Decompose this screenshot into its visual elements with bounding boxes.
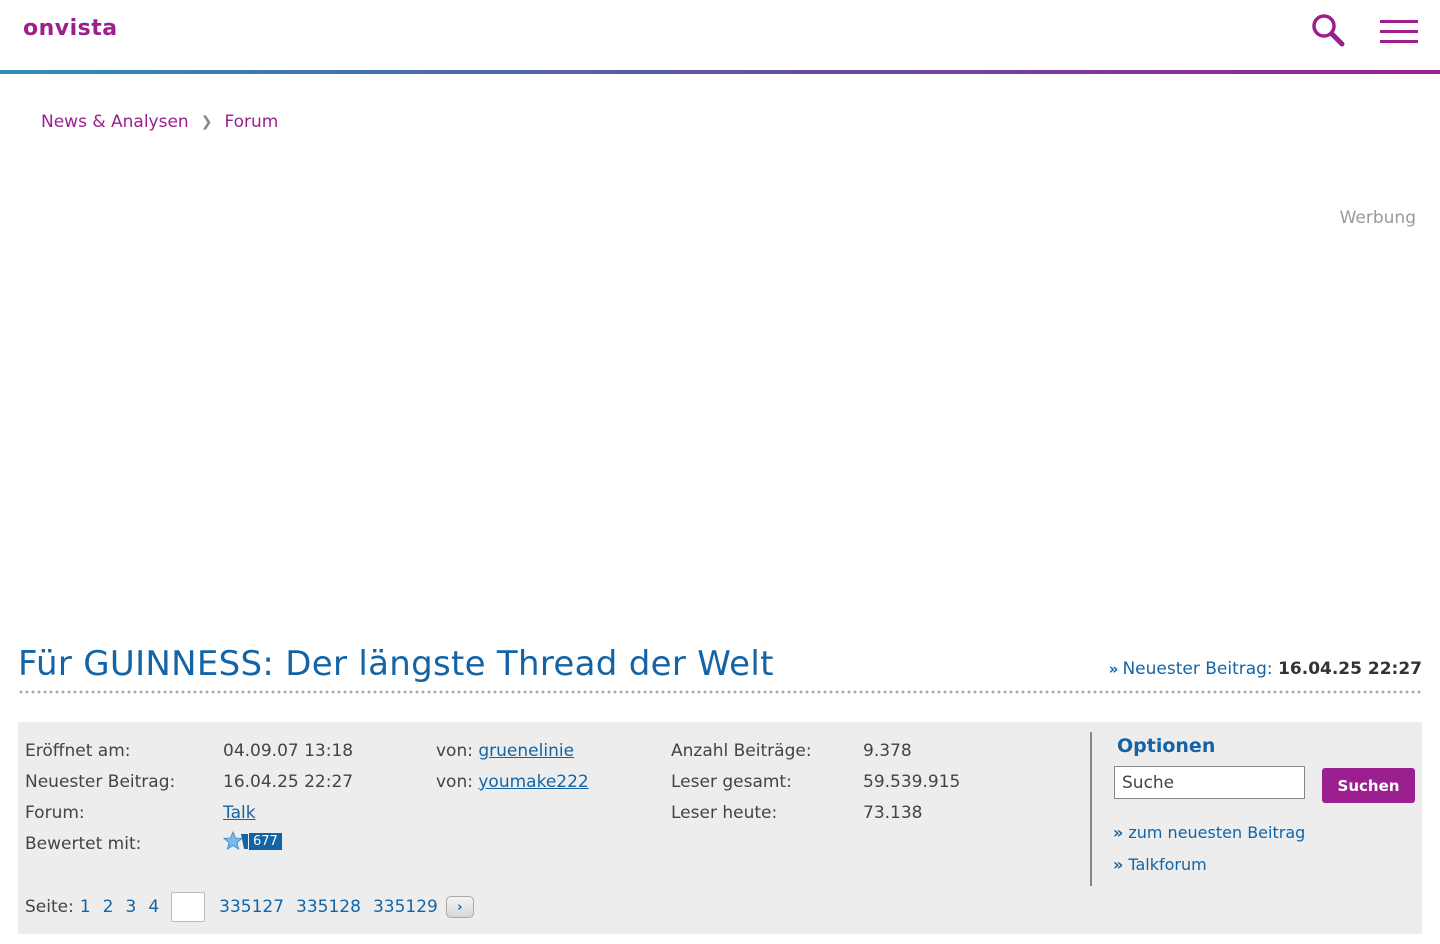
- link-talkforum[interactable]: » Talkforum: [1113, 855, 1207, 874]
- rating-count: 677: [249, 832, 282, 850]
- ad-label: Werbung: [1339, 208, 1416, 228]
- page-link[interactable]: 1: [80, 897, 91, 917]
- readers-today-label: Leser heute:: [671, 803, 778, 823]
- dotted-divider: [18, 690, 1422, 694]
- onvista-logo[interactable]: onvista: [23, 16, 118, 41]
- breadcrumb-forum[interactable]: Forum: [224, 112, 278, 132]
- next-page-button[interactable]: ›: [445, 896, 474, 918]
- star-rating-icon: [223, 831, 248, 850]
- page-link[interactable]: 335129: [373, 897, 438, 917]
- thread-title: Für GUINNESS: Der längste Thread der Wel…: [18, 644, 774, 684]
- page-link[interactable]: 3: [125, 897, 136, 917]
- header-gradient-line: [0, 70, 1440, 74]
- chevron-right-icon: ›: [457, 899, 463, 915]
- opened-value: 04.09.07 13:18: [223, 741, 354, 761]
- link-newest-post-label: zum neuesten Beitrag: [1128, 823, 1306, 842]
- page-jump-input[interactable]: [171, 892, 206, 922]
- rating-badge[interactable]: 677: [223, 831, 282, 851]
- breadcrumb-news[interactable]: News & Analysen: [41, 112, 189, 132]
- search-input[interactable]: [1114, 766, 1305, 799]
- link-newest-post[interactable]: » zum neuesten Beitrag: [1113, 823, 1305, 842]
- posts-value: 9.378: [863, 741, 912, 761]
- breadcrumb-separator: ❯: [200, 114, 213, 130]
- hamburger-menu-icon[interactable]: [1380, 18, 1418, 46]
- options-title: Optionen: [1117, 735, 1216, 757]
- latest-post-label: Neuester Beitrag:: [1122, 659, 1273, 679]
- site-header: onvista: [0, 0, 1440, 74]
- latest-value: 16.04.25 22:27: [223, 772, 354, 792]
- page-link[interactable]: 335128: [296, 897, 361, 917]
- latest-by: von: youmake222: [436, 772, 589, 792]
- search-icon[interactable]: [1310, 12, 1346, 48]
- double-chevron-icon: »: [1113, 855, 1124, 874]
- opened-by-user-link[interactable]: gruenelinie: [478, 741, 574, 761]
- latest-by-user-link[interactable]: youmake222: [478, 772, 588, 792]
- opened-label: Eröffnet am:: [25, 741, 131, 761]
- forum-value-wrap: Talk: [223, 803, 256, 823]
- latest-label: Neuester Beitrag:: [25, 772, 176, 792]
- forum-link[interactable]: Talk: [223, 803, 256, 823]
- double-chevron-icon: »: [1108, 660, 1119, 678]
- latest-by-label: von:: [436, 772, 473, 792]
- opened-by: von: gruenelinie: [436, 741, 574, 761]
- breadcrumb: News & Analysen ❯ Forum: [41, 112, 278, 132]
- readers-today-value: 73.138: [863, 803, 923, 823]
- pager-label: Seite:: [25, 897, 74, 917]
- latest-post-time: 16.04.25 22:27: [1278, 659, 1422, 679]
- opened-by-label: von:: [436, 741, 473, 761]
- double-chevron-icon: »: [1113, 823, 1124, 842]
- page-link[interactable]: 335127: [219, 897, 284, 917]
- link-talkforum-label: Talkforum: [1128, 855, 1207, 874]
- page-link[interactable]: 2: [103, 897, 114, 917]
- thread-info-panel: Eröffnet am: Neuester Beitrag: Forum: Be…: [18, 722, 1422, 934]
- forum-label: Forum:: [25, 803, 85, 823]
- readers-total-label: Leser gesamt:: [671, 772, 792, 792]
- pagination: Seite: 1 2 3 4 335127 335128 335129 ›: [25, 892, 474, 922]
- latest-post-link[interactable]: » Neuester Beitrag: 16.04.25 22:27: [1109, 659, 1422, 679]
- readers-total-value: 59.539.915: [863, 772, 961, 792]
- posts-label: Anzahl Beiträge:: [671, 741, 812, 761]
- page-link[interactable]: 4: [148, 897, 159, 917]
- vertical-divider: [1090, 732, 1092, 886]
- search-button[interactable]: Suchen: [1322, 768, 1415, 803]
- rated-label: Bewertet mit:: [25, 834, 142, 854]
